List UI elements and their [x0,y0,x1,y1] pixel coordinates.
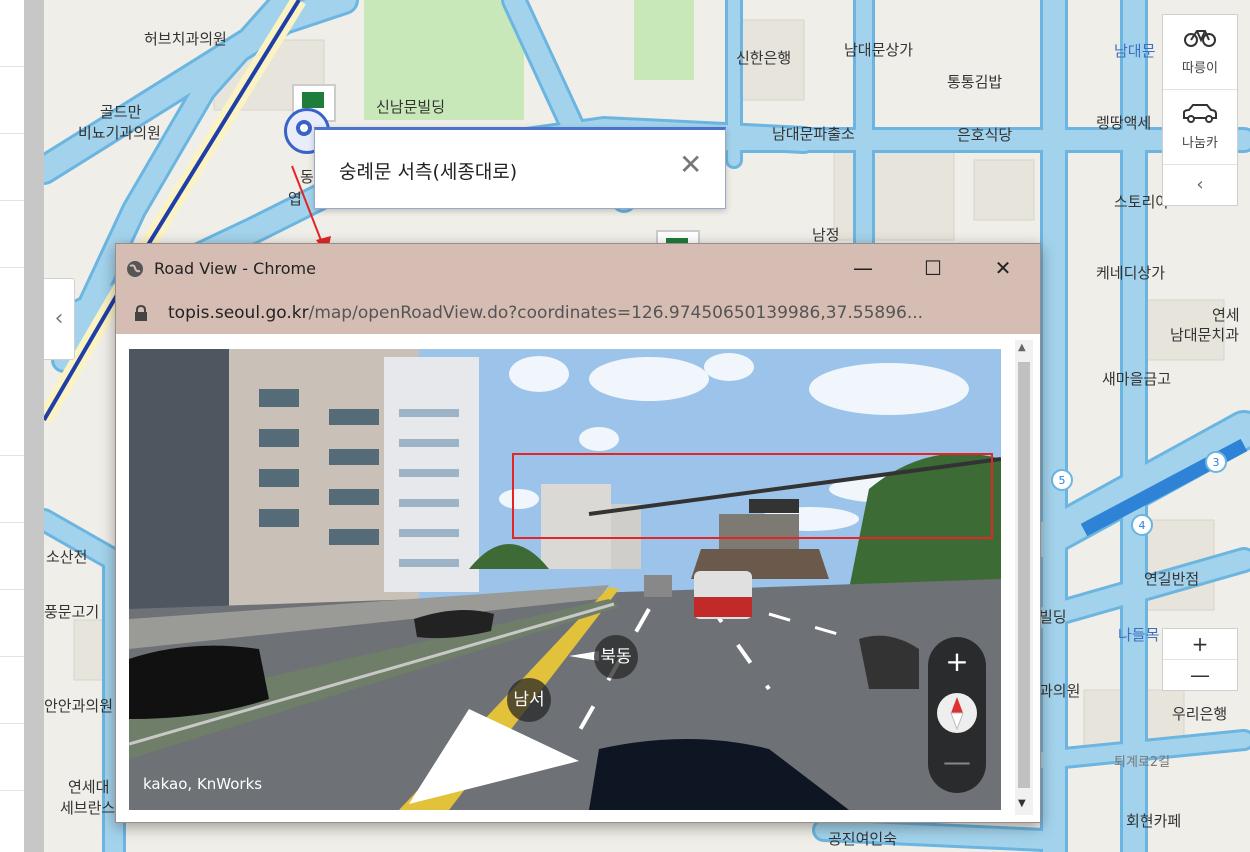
url-text: topis.seoul.go.kr/map/openRoadView.do?co… [168,303,923,323]
map-credit: kakao, KnWorks [143,775,263,793]
bus-stop-popup: 숭례문 서측(세종대로) ✕ [314,127,726,209]
left-scroll-bar [24,0,44,852]
bike-share-button[interactable]: 따릉이 [1163,15,1237,90]
map-label: 남대문치과 [1170,326,1240,344]
window-close-button[interactable]: ✕ [983,253,1023,283]
collapse-toolbar-button[interactable]: ‹ [1163,165,1237,205]
car-share-button[interactable]: 나눔카 [1163,90,1237,165]
map-label: 남정 [812,226,840,244]
svg-text:5: 5 [1059,474,1066,487]
map-label: 신남문빌딩 [376,98,446,116]
scroll-thumb[interactable] [1018,362,1030,788]
map-label: 나들목 [1118,626,1160,644]
map-zoom-in-button[interactable]: + [1163,629,1237,659]
window-scrollbar[interactable]: ▲ ▼ [1015,340,1033,815]
url-path: /map/openRoadView.do?coordinates=126.974… [308,303,924,323]
map-label: 케네디상가 [1096,264,1166,282]
map-label: 허브치과의원 [144,30,227,48]
direction-southwest-button[interactable]: 남서 [507,678,551,722]
roadview-zoom-out-button[interactable]: — [928,745,986,778]
car-share-label: 나눔카 [1182,136,1218,151]
map-label: 과의원 [1039,682,1081,700]
popup-title: 숭례문 서측(세종대로) [339,161,518,183]
window-titlebar[interactable]: Road View - Chrome — ☐ ✕ [116,244,1040,292]
map-label: 엽 [288,190,302,208]
direction-northeast-button[interactable]: 북동 [594,635,638,679]
map-label: 새마을금고 [1102,370,1172,388]
roadview-zoom-control: + — [928,637,986,793]
map-label: 스토리아 [1114,193,1170,211]
map-label: 남대문상가 [844,41,914,59]
map-label: 골드만 [100,103,142,121]
bicycle-icon [1163,15,1237,57]
roadview-window: Road View - Chrome — ☐ ✕ topis.seoul.go.… [115,243,1041,823]
map-label: 렝땅액세 [1096,114,1152,132]
map-label: 안안과의원 [44,697,114,715]
map-label: 신한은행 [736,49,792,67]
map-label: 연세대 [68,778,110,796]
side-toolbar: 따릉이 나눔카 ‹ [1162,14,1238,206]
panel-toggle-button[interactable]: ‹ [44,278,75,360]
map-label: 퇴계로2길 [1114,755,1171,770]
globe-icon [126,260,144,283]
address-bar[interactable]: topis.seoul.go.kr/map/openRoadView.do?co… [116,292,1040,334]
map-label: 회현카페 [1126,812,1182,830]
map-zoom-control: + — [1162,628,1238,691]
map-label: 연세 [1212,306,1240,324]
close-icon[interactable]: ✕ [679,150,702,180]
map-label: 공진여인숙 [828,830,898,848]
map-label: 은호식당 [957,126,1013,144]
map-zoom-out-button[interactable]: — [1163,659,1237,690]
bike-share-label: 따릉이 [1182,61,1218,76]
url-host: topis.seoul.go.kr [168,303,309,323]
lock-icon [134,304,148,325]
map-label: 풍문고기 [44,603,100,621]
map-label: 소산전 [46,548,88,566]
maximize-button[interactable]: ☐ [913,253,953,283]
map-label: 빌딩 [1039,608,1067,626]
highlight-box [512,453,993,539]
svg-text:3: 3 [1213,456,1220,469]
map-label: 세브란스 [60,799,116,817]
scroll-down-icon[interactable]: ▼ [1018,798,1026,809]
map-label: 연길반점 [1144,570,1200,588]
scroll-up-icon[interactable]: ▲ [1018,342,1026,353]
roadview-panorama[interactable]: 북동 남서 kakao, KnWorks + — [129,349,1001,810]
map-label: 남대문 [1114,42,1156,60]
street-scene [129,349,1001,810]
map-label: 비뇨기과의원 [78,124,161,142]
window-title: Road View - Chrome [154,259,316,278]
roadview-zoom-in-button[interactable]: + [928,645,986,678]
map-label: 우리은행 [1172,705,1228,723]
map-label: 동 [300,168,314,186]
map-label: 남대문파출소 [772,125,855,143]
svg-text:4: 4 [1139,519,1146,532]
compass-icon[interactable] [937,693,977,733]
car-icon [1163,90,1237,132]
minimize-button[interactable]: — [843,253,883,283]
left-rail [0,0,24,852]
map-label: 통통김밥 [947,73,1003,91]
